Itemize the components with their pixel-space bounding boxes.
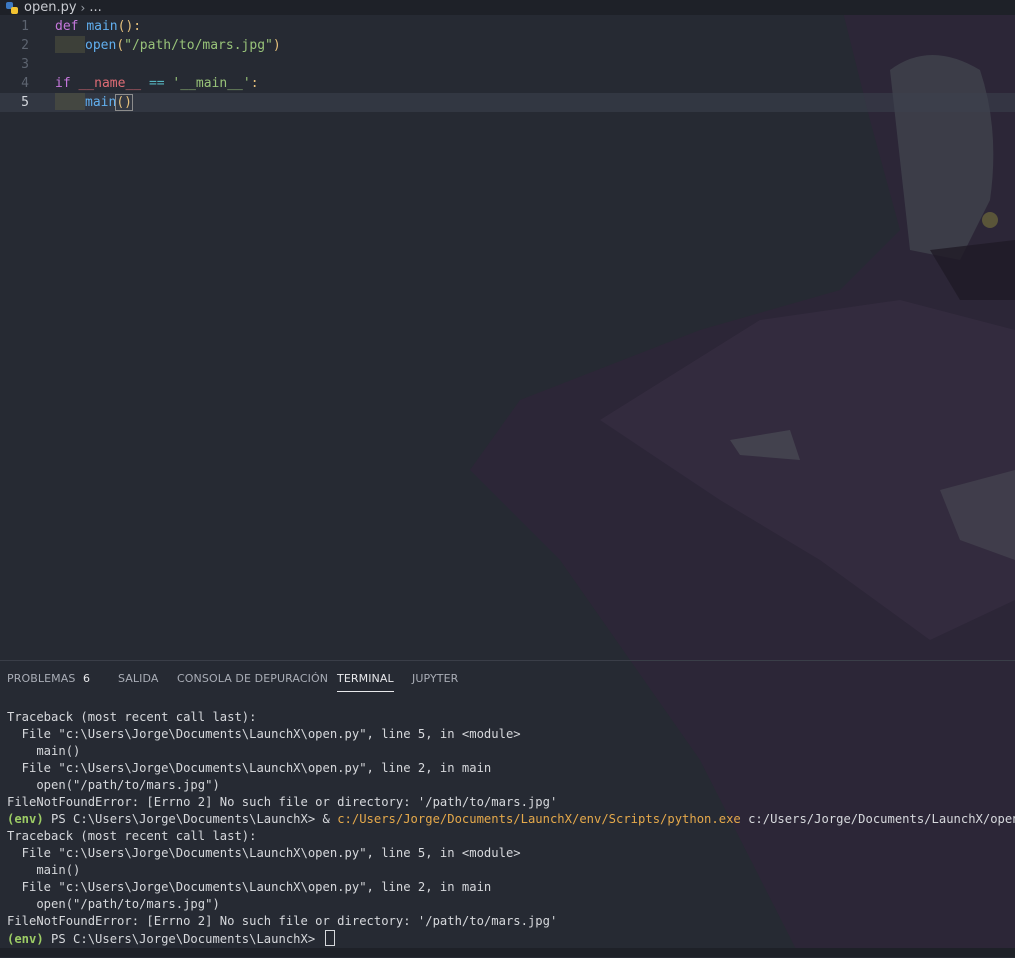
chevron-right-icon: › (80, 0, 86, 15)
terminal-line: main() (7, 744, 81, 758)
terminal-line: open("/path/to/mars.jpg") (7, 778, 220, 792)
terminal-line: Traceback (most recent call last): (7, 710, 257, 724)
code-text: open("/path/to/mars.jpg") (55, 36, 281, 55)
code-token: "/path/to/mars.jpg" (124, 38, 273, 53)
prompt-text: PS C:\Users\Jorge\Documents\LaunchX> (43, 932, 323, 946)
code-token: (): (117, 19, 142, 34)
tab-jupyter[interactable]: JUPYTER (412, 672, 458, 691)
code-token: main (85, 95, 117, 110)
terminal-line: File "c:\Users\Jorge\Documents\LaunchX\o… (7, 727, 521, 741)
code-token: '__main__' (172, 76, 251, 91)
executable-path: c:/Users/Jorge/Documents/LaunchX/env/Scr… (337, 812, 741, 826)
line-number: 5 (21, 95, 29, 110)
status-bar (0, 948, 1015, 957)
terminal-line: File "c:\Users\Jorge\Documents\LaunchX\o… (7, 880, 492, 894)
tab-debug-console[interactable]: CONSOLA DE DEPURACIÓN (177, 672, 328, 691)
line-number: 4 (21, 76, 29, 91)
code-token: ) (272, 38, 281, 53)
code-editor[interactable]: 1 def main(): 2 open("/path/to/mars.jpg") 3 4… (0, 16, 1015, 660)
tab-output[interactable]: SALIDA (118, 672, 159, 691)
terminal-cursor[interactable] (324, 930, 335, 946)
terminal-line: open("/path/to/mars.jpg") (7, 897, 220, 911)
problems-count-badge: 6 (83, 672, 90, 685)
terminal-line: File "c:\Users\Jorge\Documents\LaunchX\o… (7, 761, 492, 775)
code-token: == (148, 76, 165, 91)
code-text: main() (55, 93, 133, 112)
bottom-panel: PROBLEMAS 6 SALIDA CONSOLA DE DEPURACIÓN… (0, 660, 1015, 958)
terminal-line: main() (7, 863, 81, 877)
code-line[interactable]: 2 open("/path/to/mars.jpg") (0, 36, 1015, 55)
code-token: : (250, 76, 259, 91)
code-token: if (55, 76, 71, 91)
code-text: def main(): (55, 17, 141, 36)
breadcrumb-file[interactable]: open.py (24, 0, 77, 15)
terminal-output[interactable]: Traceback (most recent call last): File … (7, 709, 1015, 949)
indent-guide (55, 36, 85, 53)
tab-terminal[interactable]: TERMINAL (337, 672, 394, 692)
line-number: 1 (21, 19, 29, 34)
terminal-line: (env) PS C:\Users\Jorge\Documents\Launch… (7, 930, 1012, 947)
code-line[interactable]: 4 if __name__ == '__main__': (0, 74, 1015, 93)
python-file-icon (6, 1, 18, 14)
code-token: () (115, 94, 133, 111)
panel-tabs: PROBLEMAS 6 SALIDA CONSOLA DE DEPURACIÓN… (0, 661, 1015, 697)
code-line[interactable]: 5 main() (0, 93, 1015, 112)
tab-problems[interactable]: PROBLEMAS (7, 672, 75, 691)
breadcrumb: open.py › ... (0, 0, 1015, 15)
code-token: main (86, 19, 118, 34)
line-number: 3 (21, 57, 29, 72)
code-token: open (85, 38, 117, 53)
code-token: ( (116, 38, 125, 53)
terminal-line: FileNotFoundError: [Errno 2] No such fil… (7, 914, 558, 928)
terminal-line: FileNotFoundError: [Errno 2] No such fil… (7, 795, 558, 809)
terminal-line: Traceback (most recent call last): (7, 829, 257, 843)
code-line[interactable]: 3 (0, 55, 1015, 74)
breadcrumb-more[interactable]: ... (89, 0, 101, 15)
code-token: __name__ (78, 76, 142, 91)
code-line[interactable]: 1 def main(): (0, 17, 1015, 36)
code-text: if __name__ == '__main__': (55, 74, 259, 93)
terminal-line: File "c:\Users\Jorge\Documents\LaunchX\o… (7, 846, 521, 860)
indent-guide (55, 93, 85, 110)
line-number: 2 (21, 38, 29, 53)
env-indicator: (env) (7, 812, 44, 826)
env-indicator: (env) (7, 932, 44, 946)
prompt-text: PS C:\Users\Jorge\Documents\LaunchX> & (43, 812, 338, 826)
command-args: c:/Users/Jorge/Documents/LaunchX/open.py (740, 812, 1015, 826)
terminal-line: (env) PS C:\Users\Jorge\Documents\Launch… (7, 811, 1015, 828)
code-token: def (55, 19, 79, 34)
